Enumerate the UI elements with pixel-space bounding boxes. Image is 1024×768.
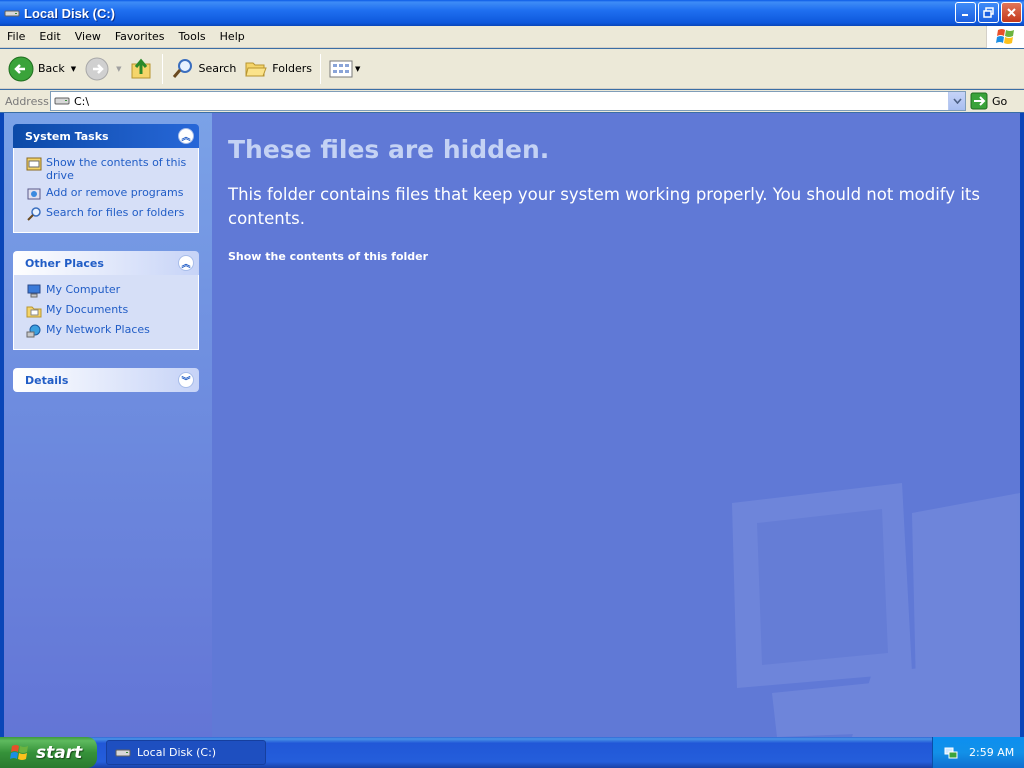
task-search-files[interactable]: Search for files or folders [26,206,192,222]
views-dropdown-icon[interactable]: ▼ [355,65,360,73]
menu-help[interactable]: Help [213,26,252,48]
place-label: My Documents [46,303,129,316]
my-documents-icon [26,306,42,318]
close-icon [1007,8,1016,17]
task-label: Show the contents of this drive [46,156,187,182]
address-value: C:\ [74,94,90,108]
show-contents-link[interactable]: Show the contents of this folder [228,250,428,263]
chevron-down-icon [952,98,962,104]
forward-button[interactable]: ▼ [80,52,125,86]
menu-view[interactable]: View [68,26,108,48]
windows-flag-icon [995,29,1014,44]
task-label: Add or remove programs [46,186,184,199]
collapse-up-icon[interactable]: ︽ [178,128,194,144]
menu-favorites[interactable]: Favorites [108,26,172,48]
clock[interactable]: 2:59 AM [969,746,1014,759]
other-places-header[interactable]: Other Places ︽ [13,251,199,275]
menu-tools[interactable]: Tools [172,26,213,48]
expand-down-icon[interactable]: ︾ [178,372,194,388]
system-tasks-header[interactable]: System Tasks ︽ [13,124,199,148]
restore-icon [983,7,994,18]
search-icon [27,207,41,221]
toolbar-separator [161,53,163,84]
search-button[interactable]: Search [167,52,241,86]
menu-file[interactable]: File [0,26,32,48]
details-title: Details [25,373,69,387]
task-show-contents[interactable]: Show the contents of this drive [26,156,192,182]
system-tasks-panel: System Tasks ︽ Show the contents of this… [13,124,199,233]
task-add-remove-programs[interactable]: Add or remove programs [26,186,192,202]
close-button[interactable] [1001,2,1022,23]
show-contents-icon [26,157,42,171]
other-places-body: My Computer My Documents My Network Plac… [13,275,199,350]
windows-logo [986,26,1024,48]
taskbar: start Local Disk (C:) 2:59 AM [0,737,1024,768]
forward-arrow-icon [85,57,109,80]
drive-icon [115,749,131,756]
network-tray-icon[interactable] [943,745,959,761]
system-tasks-title: System Tasks [25,129,109,143]
go-label: Go [992,94,1008,108]
start-label: start [36,742,83,763]
views-button[interactable]: ▼ [325,52,364,86]
restore-button[interactable] [978,2,999,23]
toolbar-separator [320,53,322,84]
network-places-icon [26,324,41,338]
address-label: Address [5,94,49,108]
address-dropdown-button[interactable] [948,92,965,110]
folders-label: Folders [272,62,313,75]
system-tasks-body: Show the contents of this drive Add or r… [13,148,199,233]
minimize-button[interactable] [955,2,976,23]
folders-icon [245,62,268,76]
taskbar-item-local-disk[interactable]: Local Disk (C:) [106,740,266,765]
toolbar: Back ▼ ▼ Search Folders ▼ [0,49,1024,89]
page-heading: These files are hidden. [228,135,550,164]
window-body: System Tasks ︽ Show the contents of this… [0,113,1024,737]
place-my-documents[interactable]: My Documents [26,303,192,319]
address-bar: Address C:\ Go [0,90,1024,112]
back-dropdown-icon[interactable]: ▼ [71,65,76,73]
windows-flag-icon [10,744,28,760]
folders-button[interactable]: Folders [240,52,316,86]
add-remove-programs-icon [27,188,41,200]
address-field[interactable]: C:\ [50,91,966,111]
up-button[interactable] [126,52,158,86]
details-header[interactable]: Details ︾ [13,368,199,392]
system-tray: 2:59 AM [932,737,1024,768]
hidden-files-message: This folder contains files that keep you… [228,185,980,228]
place-label: My Network Places [46,323,150,336]
menu-edit[interactable]: Edit [32,26,67,48]
taskbar-item-label: Local Disk (C:) [137,746,217,759]
back-label: Back [38,62,65,75]
task-label: Search for files or folders [46,206,185,219]
minimize-icon [962,14,968,16]
search-icon [172,58,192,78]
place-label: My Computer [46,283,121,296]
views-icon [329,60,353,77]
start-button[interactable]: start [0,737,97,768]
folder-up-icon [131,58,150,78]
title-bar[interactable]: Local Disk (C:) [0,0,1024,26]
my-computer-icon [27,284,41,298]
collapse-up-icon[interactable]: ︽ [178,255,194,271]
forward-dropdown-icon[interactable]: ▼ [116,65,121,73]
back-button[interactable]: Back ▼ [4,52,80,86]
menu-bar: File Edit View Favorites Tools Help [0,26,1024,48]
place-network-places[interactable]: My Network Places [26,323,192,339]
other-places-title: Other Places [25,256,104,270]
other-places-panel: Other Places ︽ My Computer My Documents … [13,251,199,350]
drive-icon [54,97,70,105]
go-button[interactable]: Go [970,90,1007,112]
details-panel: Details ︾ [13,368,199,392]
window-title: Local Disk (C:) [24,5,116,21]
task-pane: System Tasks ︽ Show the contents of this… [4,113,212,737]
drive-icon [4,10,20,17]
content-pane: These files are hidden. This folder cont… [212,113,1020,737]
back-arrow-icon [8,56,34,81]
go-arrow-icon [970,92,988,110]
search-label: Search [198,62,237,75]
place-my-computer[interactable]: My Computer [26,283,192,299]
